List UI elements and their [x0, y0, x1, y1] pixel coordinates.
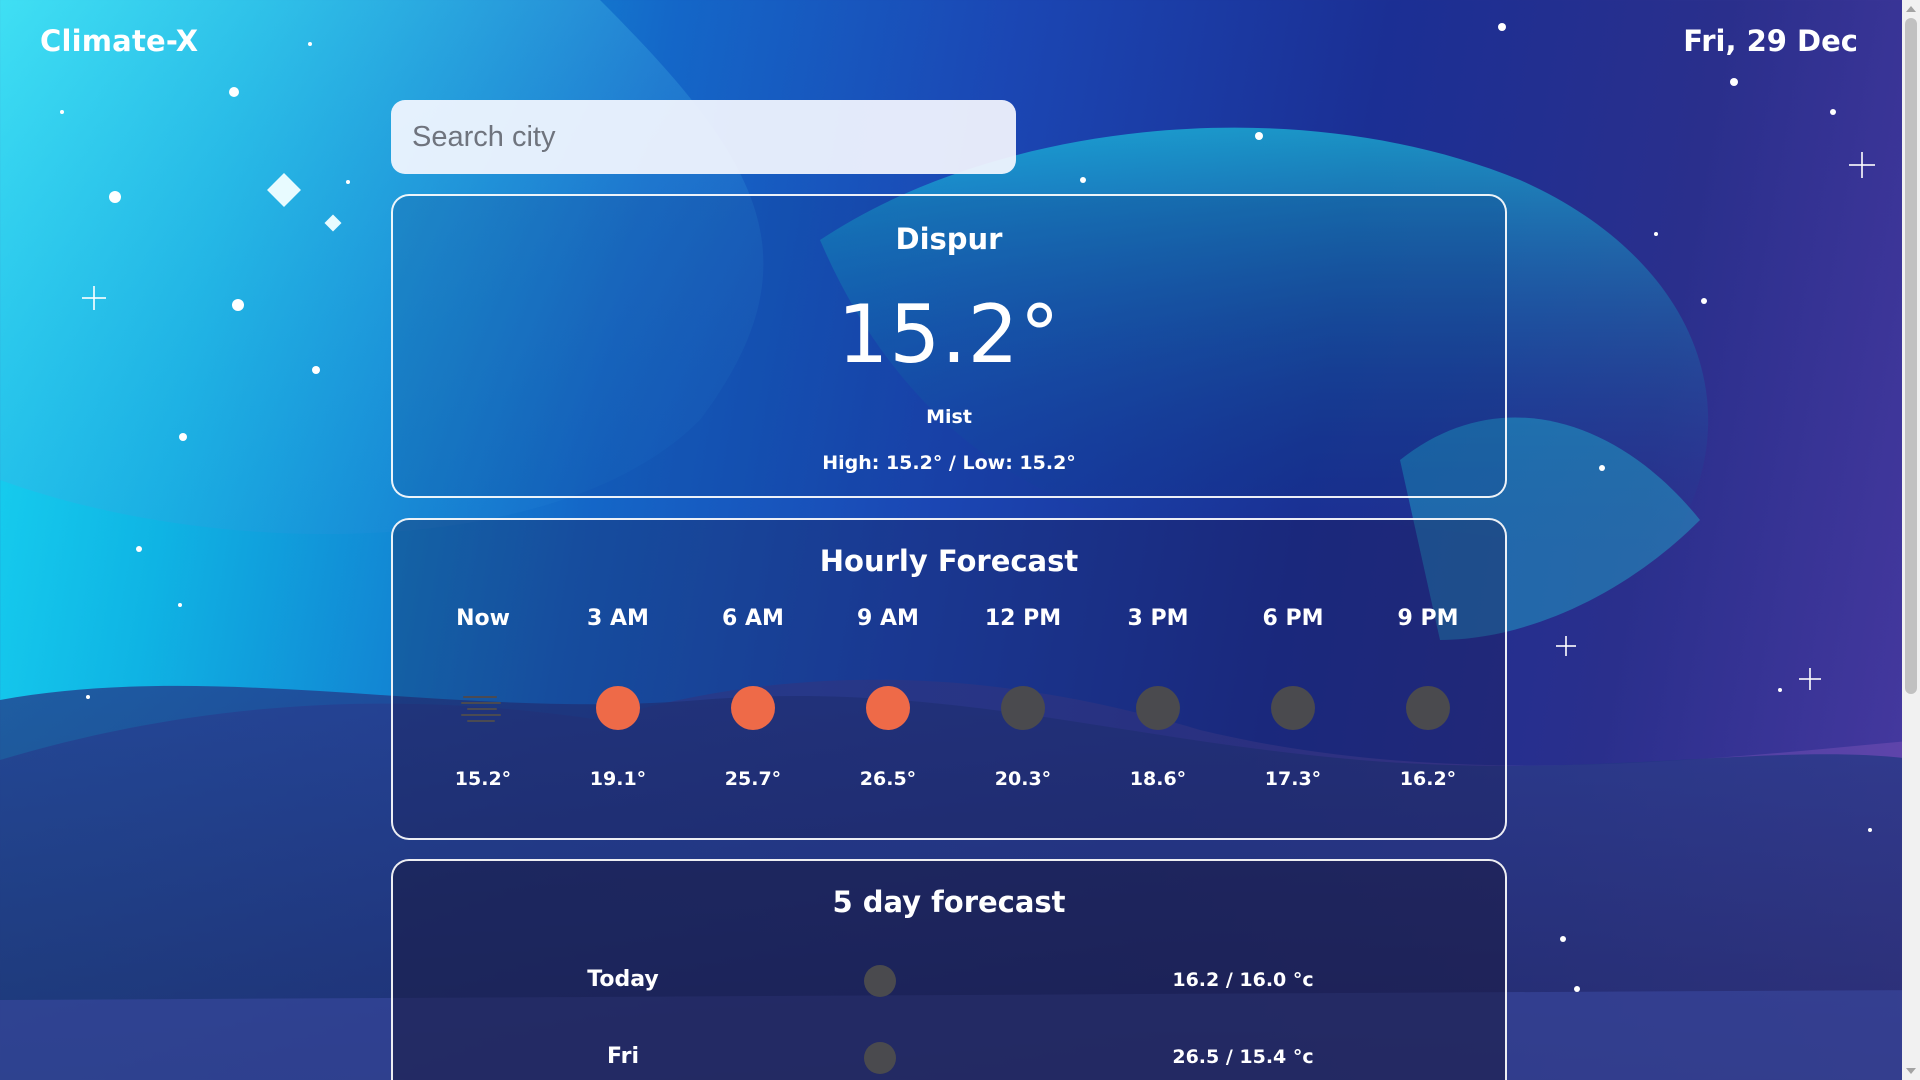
hour-label: 9 AM: [857, 606, 919, 631]
scroll-up-icon[interactable]: [1906, 6, 1916, 12]
hour-temperature: 17.3°: [1264, 768, 1322, 790]
search-bar[interactable]: [391, 100, 1016, 174]
hourly-item: 9 PM 16.2°: [1368, 606, 1488, 806]
sun-icon: [596, 686, 640, 730]
hour-label: Now: [456, 606, 510, 631]
hour-temperature: 16.2°: [1399, 768, 1457, 790]
current-temperature: 15.2°: [837, 288, 1061, 381]
moon-icon: [1271, 686, 1315, 730]
current-weather-card: Dispur 15.2° Mist High: 15.2° / Low: 15.…: [391, 194, 1507, 498]
hour-label: 9 PM: [1397, 606, 1459, 631]
vertical-scrollbar[interactable]: [1902, 0, 1920, 1080]
hour-label: 6 PM: [1262, 606, 1324, 631]
hour-temperature: 19.1°: [589, 768, 647, 790]
daily-row: Today 16.2 / 16.0 °c: [393, 961, 1505, 1001]
hour-temperature: 18.6°: [1129, 768, 1187, 790]
sun-icon: [866, 686, 910, 730]
app-brand: Climate-X: [40, 24, 199, 58]
daily-row: Fri 26.5 / 15.4 °c: [393, 1038, 1505, 1078]
hourly-item: 9 AM 26.5°: [828, 606, 948, 806]
hour-temperature: 25.7°: [724, 768, 782, 790]
mist-icon: [461, 686, 505, 730]
search-input[interactable]: [412, 120, 995, 154]
moon-icon: [1001, 686, 1045, 730]
hourly-item: 12 PM 20.3°: [963, 606, 1083, 806]
moon-icon: [1136, 686, 1180, 730]
hourly-item: 3 AM 19.1°: [558, 606, 678, 806]
day-temperature-range: 16.2 / 16.0 °c: [1172, 969, 1314, 991]
hourly-item: 6 AM 25.7°: [693, 606, 813, 806]
moon-icon: [864, 965, 896, 997]
hourly-item: Now 15.2°: [423, 606, 543, 806]
hour-label: 3 AM: [587, 606, 649, 631]
hour-label: 6 AM: [722, 606, 784, 631]
sun-icon: [731, 686, 775, 730]
hourly-item: 6 PM 17.3°: [1233, 606, 1353, 806]
weather-condition: Mist: [926, 406, 972, 428]
high-low-temperature: High: 15.2° / Low: 15.2°: [393, 452, 1505, 474]
hour-temperature: 26.5°: [859, 768, 917, 790]
hour-label: 3 PM: [1127, 606, 1189, 631]
hour-label: 12 PM: [984, 606, 1062, 631]
current-date: Fri, 29 Dec: [1683, 24, 1858, 58]
city-name: Dispur: [895, 222, 1003, 256]
day-name: Fri: [606, 1044, 639, 1069]
daily-forecast-card: 5 day forecast Today 16.2 / 16.0 °c Fri …: [391, 859, 1507, 1080]
day-temperature-range: 26.5 / 15.4 °c: [1172, 1046, 1314, 1068]
hour-temperature: 15.2°: [454, 768, 512, 790]
hourly-forecast-title: Hourly Forecast: [819, 544, 1079, 578]
hourly-item: 3 PM 18.6°: [1098, 606, 1218, 806]
high-low-text: High: 15.2° / Low: 15.2°: [822, 452, 1076, 474]
moon-icon: [1406, 686, 1450, 730]
hour-temperature: 20.3°: [994, 768, 1052, 790]
daily-forecast-title: 5 day forecast: [832, 885, 1066, 919]
day-name: Today: [587, 967, 659, 992]
moon-icon: [864, 1042, 896, 1074]
scroll-down-icon[interactable]: [1906, 1068, 1916, 1074]
hourly-forecast-card: Hourly Forecast Now 15.2° 3 AM 19.1° 6 A…: [391, 518, 1507, 840]
scrollbar-thumb[interactable]: [1905, 18, 1917, 694]
